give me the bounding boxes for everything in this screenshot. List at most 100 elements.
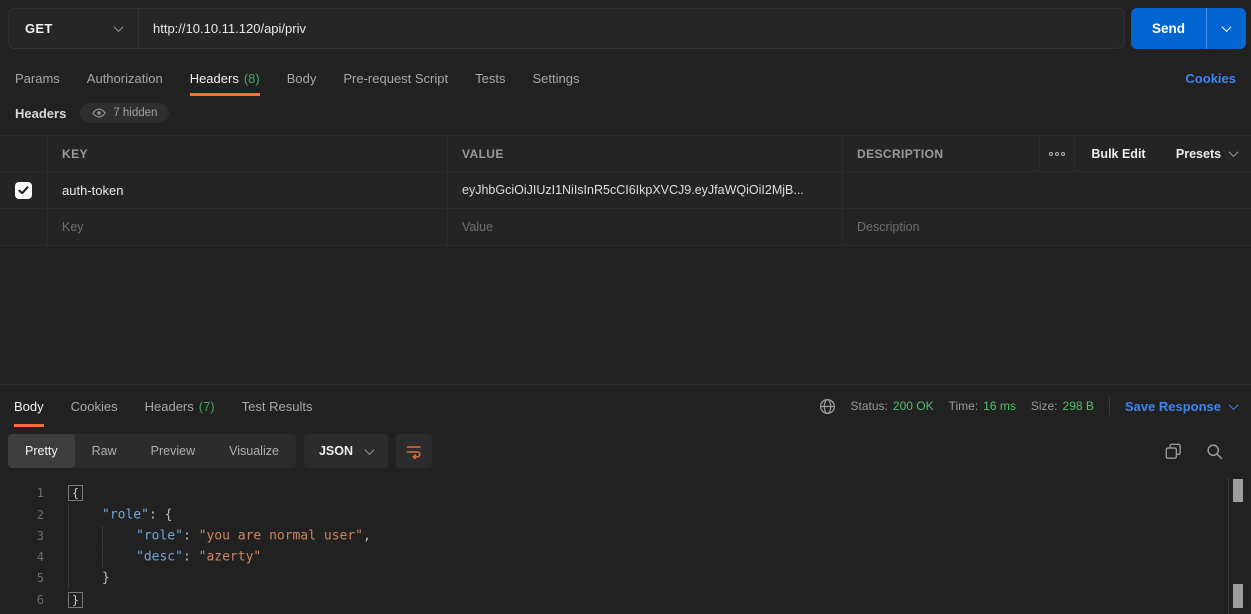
save-response-button[interactable]: Save Response (1125, 399, 1237, 414)
chevron-down-icon (1229, 147, 1239, 157)
column-value: VALUE (448, 136, 843, 171)
headers-subbar: Headers 7 hidden (15, 101, 169, 125)
header-key-field[interactable]: auth-token (48, 172, 448, 208)
url-input[interactable]: http://10.10.11.120/api/priv (139, 9, 1124, 48)
chevron-down-icon (1222, 22, 1232, 32)
time-value: 16 ms (983, 399, 1016, 413)
cookies-link[interactable]: Cookies (1185, 60, 1236, 96)
request-bar: GET http://10.10.11.120/api/priv Send (8, 8, 1246, 49)
response-tab-headers[interactable]: Headers (7) (145, 385, 215, 427)
response-tab-body[interactable]: Body (14, 385, 44, 427)
time-indicator: Time: 16 ms (949, 399, 1016, 413)
more-options-icon (1049, 152, 1053, 156)
indent-guide (102, 526, 136, 546)
indent-guide (68, 568, 102, 588)
code-line: 3 "role": "you are normal user", (0, 526, 1221, 547)
view-mode-switch: Pretty Raw Preview Visualize (8, 434, 296, 468)
code-line: 5 } (0, 568, 1221, 589)
header-description-field[interactable] (843, 172, 1251, 208)
response-pane: Body Cookies Headers (7) Test Results (0, 384, 1251, 614)
size-value: 298 B (1063, 399, 1094, 413)
new-description-field[interactable]: Description (843, 209, 1251, 245)
response-tab-test-results[interactable]: Test Results (242, 385, 313, 427)
chevron-down-icon (114, 22, 124, 32)
new-key-field[interactable]: Key (48, 209, 448, 245)
scrollbar-track (1228, 478, 1229, 614)
view-visualize-button[interactable]: Visualize (212, 434, 296, 468)
more-options-button[interactable] (1040, 136, 1074, 171)
eye-icon (92, 108, 106, 118)
globe-icon (819, 398, 836, 415)
scrollbar-thumb[interactable] (1233, 479, 1243, 502)
network-info-button[interactable] (819, 398, 836, 415)
indent-guide (102, 547, 136, 567)
code-line: 1 { (0, 483, 1221, 505)
status-indicator: Status: 200 OK (851, 399, 934, 413)
response-body-viewer[interactable]: 1 { 2 "role": { 3 "role": "you are norma… (0, 478, 1221, 614)
line-number: 4 (0, 547, 50, 568)
line-number: 1 (0, 483, 50, 505)
line-number: 3 (0, 526, 50, 547)
send-button[interactable]: Send (1131, 8, 1206, 49)
divider (1109, 397, 1110, 415)
row-checkbox-cell (0, 209, 48, 245)
view-preview-button[interactable]: Preview (134, 434, 212, 468)
line-number: 2 (0, 505, 50, 526)
copy-button[interactable] (1165, 443, 1182, 460)
response-headers-count-badge: (7) (199, 399, 215, 414)
line-number: 5 (0, 568, 50, 589)
code-line: 2 "role": { (0, 505, 1221, 526)
fold-toggle[interactable]: } (68, 592, 83, 608)
check-icon (18, 186, 29, 195)
response-meta: Status: 200 OK Time: 16 ms Size: 298 B S… (819, 385, 1237, 427)
row-checkbox[interactable] (15, 182, 32, 199)
hidden-headers-toggle[interactable]: 7 hidden (80, 103, 169, 123)
search-button[interactable] (1206, 443, 1223, 460)
url-text: http://10.10.11.120/api/priv (153, 21, 306, 36)
send-button-group: Send (1131, 8, 1246, 49)
size-indicator: Size: 298 B (1031, 399, 1094, 413)
search-icon (1206, 443, 1223, 460)
view-pretty-button[interactable]: Pretty (8, 434, 75, 468)
headers-count-badge: (8) (244, 71, 260, 86)
tab-headers[interactable]: Headers (8) (190, 60, 260, 96)
wrap-text-button[interactable] (396, 434, 432, 468)
fold-toggle[interactable]: { (68, 485, 83, 501)
hidden-headers-label: 7 hidden (113, 107, 157, 119)
tab-settings[interactable]: Settings (532, 60, 579, 96)
response-toolbar: Pretty Raw Preview Visualize JSON (8, 434, 1243, 468)
code-line: 6 } (0, 590, 1221, 612)
view-raw-button[interactable]: Raw (75, 434, 134, 468)
header-row-auth-token: auth-token eyJhbGciOiJIUzI1NiIsInR5cCI6I… (0, 172, 1251, 209)
method-label: GET (25, 21, 53, 36)
response-tab-cookies[interactable]: Cookies (71, 385, 118, 427)
tab-params[interactable]: Params (15, 60, 60, 96)
new-value-field[interactable]: Value (448, 209, 843, 245)
headers-table: KEY VALUE DESCRIPTION Bulk Edit Presets (0, 135, 1251, 246)
header-value-field[interactable]: eyJhbGciOiJIUzI1NiIsInR5cCI6IkpXVCJ9.eyJ… (448, 172, 843, 208)
method-select[interactable]: GET (9, 9, 139, 48)
code-line: 4 "desc": "azerty" (0, 547, 1221, 568)
chevron-down-icon (365, 445, 375, 455)
tab-body[interactable]: Body (287, 60, 317, 96)
response-tabs: Body Cookies Headers (7) Test Results (14, 385, 312, 427)
postman-window: GET http://10.10.11.120/api/priv Send Pa… (0, 0, 1251, 614)
row-checkbox-cell (0, 172, 48, 208)
indent-guide (68, 547, 102, 567)
chevron-down-icon (1229, 400, 1239, 410)
url-compound: GET http://10.10.11.120/api/priv (8, 8, 1125, 49)
send-options-button[interactable] (1206, 8, 1246, 49)
presets-dropdown[interactable]: Presets (1162, 136, 1251, 171)
scrollbar-thumb[interactable] (1233, 584, 1243, 608)
tab-authorization[interactable]: Authorization (87, 60, 163, 96)
request-tabs: Params Authorization Headers (8) Body Pr… (0, 60, 1251, 96)
tab-prerequest-script[interactable]: Pre-request Script (343, 60, 448, 96)
copy-icon (1165, 443, 1182, 460)
format-dropdown[interactable]: JSON (304, 434, 388, 468)
indent-guide (68, 505, 102, 525)
indent-guide (68, 526, 102, 546)
bulk-edit-button[interactable]: Bulk Edit (1074, 136, 1162, 171)
table-header-row: KEY VALUE DESCRIPTION Bulk Edit Presets (0, 135, 1251, 172)
tab-tests[interactable]: Tests (475, 60, 505, 96)
empty-header-row: Key Value Description (0, 209, 1251, 246)
